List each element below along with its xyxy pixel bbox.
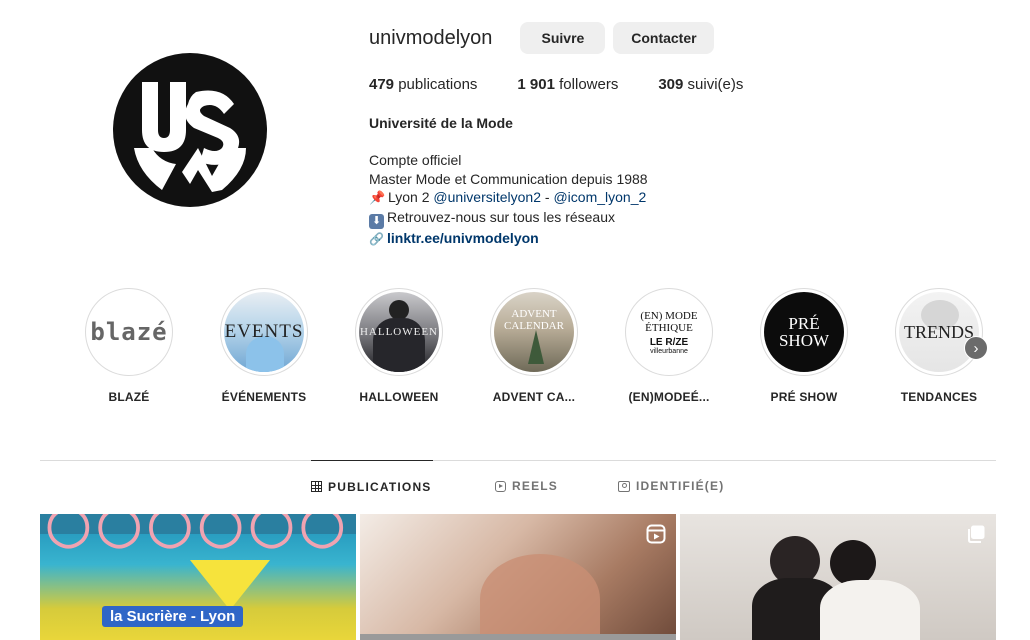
highlight-label: PRÉ SHOW [770,390,838,404]
highlight-advent-calendar[interactable]: ADVENT CALENDAR ADVENT CA... [489,288,579,404]
posts-count: 479 [369,76,395,93]
post-tile[interactable] [360,514,676,640]
carousel-icon [968,525,985,543]
post-tile[interactable] [680,514,996,640]
highlight-cover: EVENTS [224,292,304,372]
bio-line-3: 📌 Lyon 2 @universitelyon2 - @icom_lyon_2 [369,188,969,208]
profile-avatar[interactable] [112,52,268,208]
highlight-ring: EVENTS [220,288,308,376]
post-art-face [480,554,600,640]
follow-button[interactable]: Suivre [520,22,606,54]
reel-icon [646,524,666,544]
highlight-pre-show[interactable]: PRÉ SHOW PRÉ SHOW [759,288,849,404]
post-art-person-body [820,580,920,640]
highlight-cover: blazé [89,292,169,372]
highlight-blaze[interactable]: blazé BLAZÉ [84,288,174,404]
tree-icon [528,330,544,364]
profile-top-row: univmodelyon Suivre Contacter [369,20,969,56]
reels-icon [495,480,506,492]
grid-icon [311,481,322,492]
univmode-logo [113,53,267,207]
highlight-en-mode-ethique[interactable]: (EN) MODE ÉTHIQUE LE R/ZE villeurbanne (… [624,288,714,404]
post-tile[interactable]: ◯◯◯◯◯◯ la Sucrière - Lyon [40,514,356,640]
highlight-ring: TRENDS [895,288,983,376]
highlight-cover: PRÉ SHOW [764,292,844,372]
cover-figure [389,300,409,320]
highlight-ring: ADVENT CALENDAR [490,288,578,376]
story-highlights: blazé BLAZÉ EVENTS ÉVÉNEMENTS HALLOWEEN … [84,288,1004,408]
highlight-cover-text: HALLOWEEN [359,326,439,338]
following-label: suivi(e)s [687,76,744,93]
mention-universitelyon2[interactable]: @universitelyon2 [433,189,541,205]
highlight-label: ÉVÉNEMENTS [221,390,307,404]
post-art-letters: ◯◯◯◯◯◯ [46,514,351,547]
highlight-cover-text: blazé [90,318,168,346]
following-count: 309 [658,76,684,93]
link-icon: 🔗 [369,231,384,246]
following-stat[interactable]: 309 suivi(e)s [658,76,743,93]
post-art-shape [190,560,270,610]
mention-icom-lyon-2[interactable]: @icom_lyon_2 [553,189,646,205]
profile-info: univmodelyon Suivre Contacter 479 public… [369,20,969,248]
profile-tabs: PUBLICATIONS REELS IDENTIFIÉ(E) [40,460,996,512]
full-name: Université de la Mode [369,115,513,131]
tab-publications[interactable]: PUBLICATIONS [311,460,433,512]
highlight-cover-text-2: ÉTHIQUE [645,321,693,334]
highlight-cover: HALLOWEEN [359,292,439,372]
highlight-cover-text-4: villeurbanne [650,347,688,355]
tab-label: PUBLICATIONS [328,479,432,494]
bio-line-4-text: Retrouvez-nous sur tous les réseaux [387,208,615,225]
posts-grid: ◯◯◯◯◯◯ la Sucrière - Lyon [40,514,996,640]
bio-line-3-prefix: Lyon 2 [388,189,434,205]
profile-stats: 479 publications 1 901 followers 309 sui… [369,76,969,93]
bio-link[interactable]: linktr.ee/univmodelyon [387,230,539,246]
highlight-ring: blazé [85,288,173,376]
bio: Compte officiel Master Mode et Communica… [369,151,969,248]
highlight-ring: HALLOWEEN [355,288,443,376]
highlight-cover-text: TRENDS [903,321,974,342]
down-arrow-icon: ⬇ [369,213,384,229]
highlight-ring: PRÉ SHOW [760,288,848,376]
contact-button[interactable]: Contacter [613,22,715,54]
post-overlay-text: la Sucrière - Lyon [102,606,244,627]
highlight-cover-text-2: SHOW [778,331,830,350]
chevron-right-icon[interactable]: › [964,336,988,360]
highlight-cover-text-3: LE R/ZE [649,336,689,348]
tab-reels[interactable]: REELS [495,460,558,512]
highlight-label: BLAZÉ [108,390,150,404]
highlight-label: TENDANCES [900,390,978,404]
followers-count: 1 901 [517,76,555,93]
highlight-cover-text-1: PRÉ [788,314,820,333]
highlight-cover-text: ADVENT CALENDAR [504,308,564,332]
highlight-halloween[interactable]: HALLOWEEN HALLOWEEN [354,288,444,404]
highlight-cover-text: EVENTS [224,321,304,342]
posts-label: publications [398,76,478,93]
highlight-ring: (EN) MODE ÉTHIQUE LE R/ZE villeurbanne [625,288,713,376]
username: univmodelyon [369,26,493,49]
bio-line-4: ⬇ Retrouvez-nous sur tous les réseaux [369,208,969,229]
highlight-cover: (EN) MODE ÉTHIQUE LE R/ZE villeurbanne [629,292,709,372]
highlight-label: (EN)MODEÉ... [628,390,710,404]
tab-tagged[interactable]: IDENTIFIÉ(E) [618,460,724,512]
highlight-cover: TRENDS [899,292,979,372]
bio-line-2: Master Mode et Communication depuis 1988 [369,170,648,187]
tab-label: IDENTIFIÉ(E) [636,479,725,493]
tagged-icon [618,480,630,492]
bio-line-1: Compte officiel [369,152,462,168]
bio-separator: - [541,189,554,205]
highlight-cover-text-1: (EN) MODE [640,309,698,322]
tab-label: REELS [512,479,559,493]
highlight-evenements[interactable]: EVENTS ÉVÉNEMENTS [219,288,309,404]
post-progress [360,634,676,640]
highlight-label: HALLOWEEN [359,390,439,404]
followers-label: followers [559,76,619,93]
highlight-cover: ADVENT CALENDAR [494,292,574,372]
pushpin-icon: 📌 [369,190,386,205]
bio-link-row: 🔗 linktr.ee/univmodelyon [369,229,969,249]
highlight-label: ADVENT CA... [492,390,576,404]
followers-stat[interactable]: 1 901 followers [517,76,618,93]
posts-stat: 479 publications [369,76,477,93]
